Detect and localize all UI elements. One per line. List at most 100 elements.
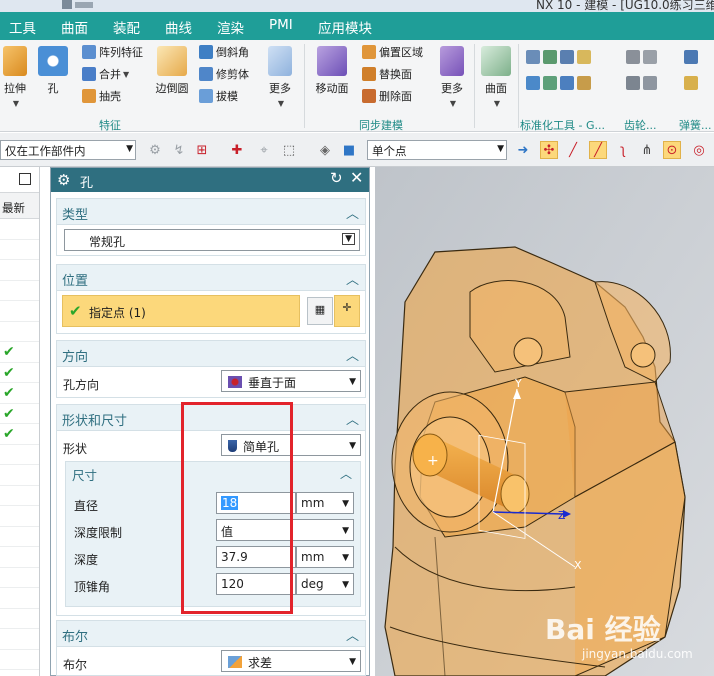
navigator-row[interactable] — [0, 219, 39, 240]
pick-point-icon[interactable]: ✚ — [228, 141, 246, 159]
gear-icon[interactable]: ⚙ — [57, 171, 70, 189]
navigator-row[interactable]: ✔ — [0, 363, 39, 383]
navigator-row[interactable] — [0, 568, 39, 588]
navigator-row[interactable]: ✔ — [0, 383, 39, 404]
snap-curve-icon[interactable]: ʅ — [614, 141, 632, 159]
navigator-row[interactable] — [0, 527, 39, 547]
diameter-unit-combo[interactable]: mm ▼ — [296, 492, 354, 514]
unite-button[interactable]: 合并 ▼ — [82, 66, 129, 82]
gear-tools-icons-row-1[interactable] — [626, 50, 660, 64]
tip-angle-unit-combo[interactable]: deg ▼ — [296, 573, 354, 595]
navigator-row[interactable] — [0, 260, 39, 281]
navigator-row[interactable] — [0, 445, 39, 465]
navigator-row[interactable] — [0, 609, 39, 629]
offset-region-button[interactable]: 偏置区域 — [362, 44, 423, 60]
hole-button[interactable]: 孔 — [38, 46, 68, 96]
menu-tools[interactable]: 工具 — [9, 17, 36, 37]
boolean-section-header[interactable]: 布尔 ︿ — [57, 621, 365, 647]
sketch-icon: ▦ — [314, 303, 326, 316]
arrow-right-icon[interactable]: ➜ — [514, 141, 532, 159]
select-tool-icon[interactable]: ⌖ — [255, 141, 273, 159]
snap-endpoint-icon[interactable]: ✣ — [540, 141, 558, 159]
navigator-row[interactable] — [0, 301, 39, 322]
maximize-icon[interactable] — [19, 173, 31, 185]
navigator-row[interactable] — [0, 588, 39, 609]
extrude-button[interactable]: 拉伸▼ — [0, 46, 30, 109]
surface-button[interactable]: 曲面 ▼ — [480, 46, 512, 109]
gear-tools-icons-row-2[interactable] — [626, 76, 660, 90]
standard-tools-icons-row-2[interactable] — [526, 76, 594, 90]
trim-body-button[interactable]: 修剪体 — [199, 66, 249, 82]
menu-assembly[interactable]: 装配 — [113, 17, 140, 37]
navigator-row[interactable] — [0, 486, 39, 506]
move-face-button[interactable]: 移动面 — [314, 46, 350, 96]
snap-quadrant-icon[interactable]: ◎ — [690, 141, 708, 159]
check-icon: ✔ — [3, 426, 15, 442]
navigator-row[interactable] — [0, 506, 39, 527]
hole-direction-combo[interactable]: 垂直于面 ▼ — [221, 370, 361, 392]
reset-icon[interactable]: ↻ — [330, 169, 343, 187]
menu-surface[interactable]: 曲面 — [61, 17, 88, 37]
navigator-row[interactable] — [0, 547, 39, 568]
view-icon[interactable]: ◈ — [316, 141, 334, 159]
navigator-row[interactable]: ✔ — [0, 424, 39, 445]
point-dialog-button[interactable]: ✛ — [334, 295, 360, 327]
boolean-section: 布尔 ︿ 布尔 求差 ▼ — [56, 620, 366, 676]
standard-tools-icons-row-1[interactable] — [526, 50, 594, 64]
snap-midpoint-icon[interactable]: ╱ — [589, 141, 607, 159]
spring-tool-button-1[interactable] — [684, 50, 701, 64]
snap-center-icon[interactable]: ⊙ — [663, 141, 681, 159]
navigator-row[interactable] — [0, 465, 39, 486]
navigator-row[interactable] — [0, 281, 39, 301]
position-section-header[interactable]: 位置 ︿ — [57, 265, 365, 291]
extrude-icon — [3, 46, 27, 76]
chamfer-button[interactable]: 倒斜角 — [199, 44, 249, 60]
selection-scope-combo[interactable]: 仅在工作部件内 ▼ — [0, 140, 136, 160]
navigator-row[interactable] — [0, 650, 39, 670]
standard-tool-icon — [577, 50, 591, 64]
draft-button[interactable]: 拔模 — [199, 88, 238, 104]
group-label-gear: 齿轮... — [624, 119, 657, 132]
hole-icon — [38, 46, 68, 76]
chevron-down-icon: ▼ — [342, 233, 355, 245]
navigator-row[interactable]: ✔ — [0, 404, 39, 424]
filter-arrow-icon[interactable]: ↯ — [170, 141, 188, 159]
gear-tool-icon — [626, 76, 640, 90]
replace-face-button[interactable]: 替换面 — [362, 66, 412, 82]
snap-point-combo[interactable]: 单个点 ▼ — [367, 140, 507, 160]
menu-curve[interactable]: 曲线 — [165, 17, 192, 37]
delete-face-button[interactable]: 删除面 — [362, 88, 412, 104]
snap-line-icon[interactable]: ╱ — [564, 141, 582, 159]
edge-blend-button[interactable]: 边倒圆 — [152, 46, 192, 96]
sketch-section-button[interactable]: ▦ — [307, 297, 333, 325]
close-icon[interactable]: ✕ — [350, 168, 363, 187]
sync-more-button[interactable]: 更多 ▼ — [438, 46, 466, 109]
spring-tool-icon — [684, 76, 698, 90]
direction-section-header[interactable]: 方向 ︿ — [57, 341, 365, 367]
menu-application[interactable]: 应用模块 — [318, 17, 372, 37]
navigator-row[interactable] — [0, 240, 39, 260]
snap-intersection-icon[interactable]: ⋔ — [638, 141, 656, 159]
navigator-column-latest[interactable]: 最新 — [0, 193, 39, 219]
cube-icon[interactable]: ■ — [340, 141, 358, 159]
depth-unit-combo[interactable]: mm ▼ — [296, 546, 354, 568]
feature-more-button[interactable]: 更多 ▼ — [266, 46, 294, 109]
type-section-header[interactable]: 类型 ︿ — [57, 199, 365, 225]
rectangle-select-icon[interactable]: ⬚ — [280, 141, 298, 159]
shell-button[interactable]: 抽壳 — [82, 88, 121, 104]
specify-point-row[interactable]: ✔ 指定点 (1) — [62, 295, 300, 327]
menu-render[interactable]: 渲染 — [217, 17, 244, 37]
snap-grid-icon[interactable]: ⊞ — [193, 141, 211, 159]
filter-icon[interactable]: ⚙ — [146, 141, 164, 159]
hole-type-combo[interactable]: 常规孔 ▼ — [64, 229, 360, 251]
position-section: 位置 ︿ ✔ 指定点 (1) ▦ ✛ — [56, 264, 366, 334]
boolean-combo[interactable]: 求差 ▼ — [221, 650, 361, 672]
navigator-row[interactable] — [0, 629, 39, 650]
spring-tool-button-2[interactable] — [684, 76, 701, 90]
pattern-feature-button[interactable]: 阵列特征 — [82, 44, 143, 60]
more-icon — [440, 46, 464, 76]
navigator-row[interactable] — [0, 322, 39, 342]
navigator-row[interactable]: ✔ — [0, 342, 39, 363]
menu-pmi[interactable]: PMI — [269, 17, 293, 33]
graphics-viewport[interactable]: + Y Z X — [375, 167, 714, 676]
